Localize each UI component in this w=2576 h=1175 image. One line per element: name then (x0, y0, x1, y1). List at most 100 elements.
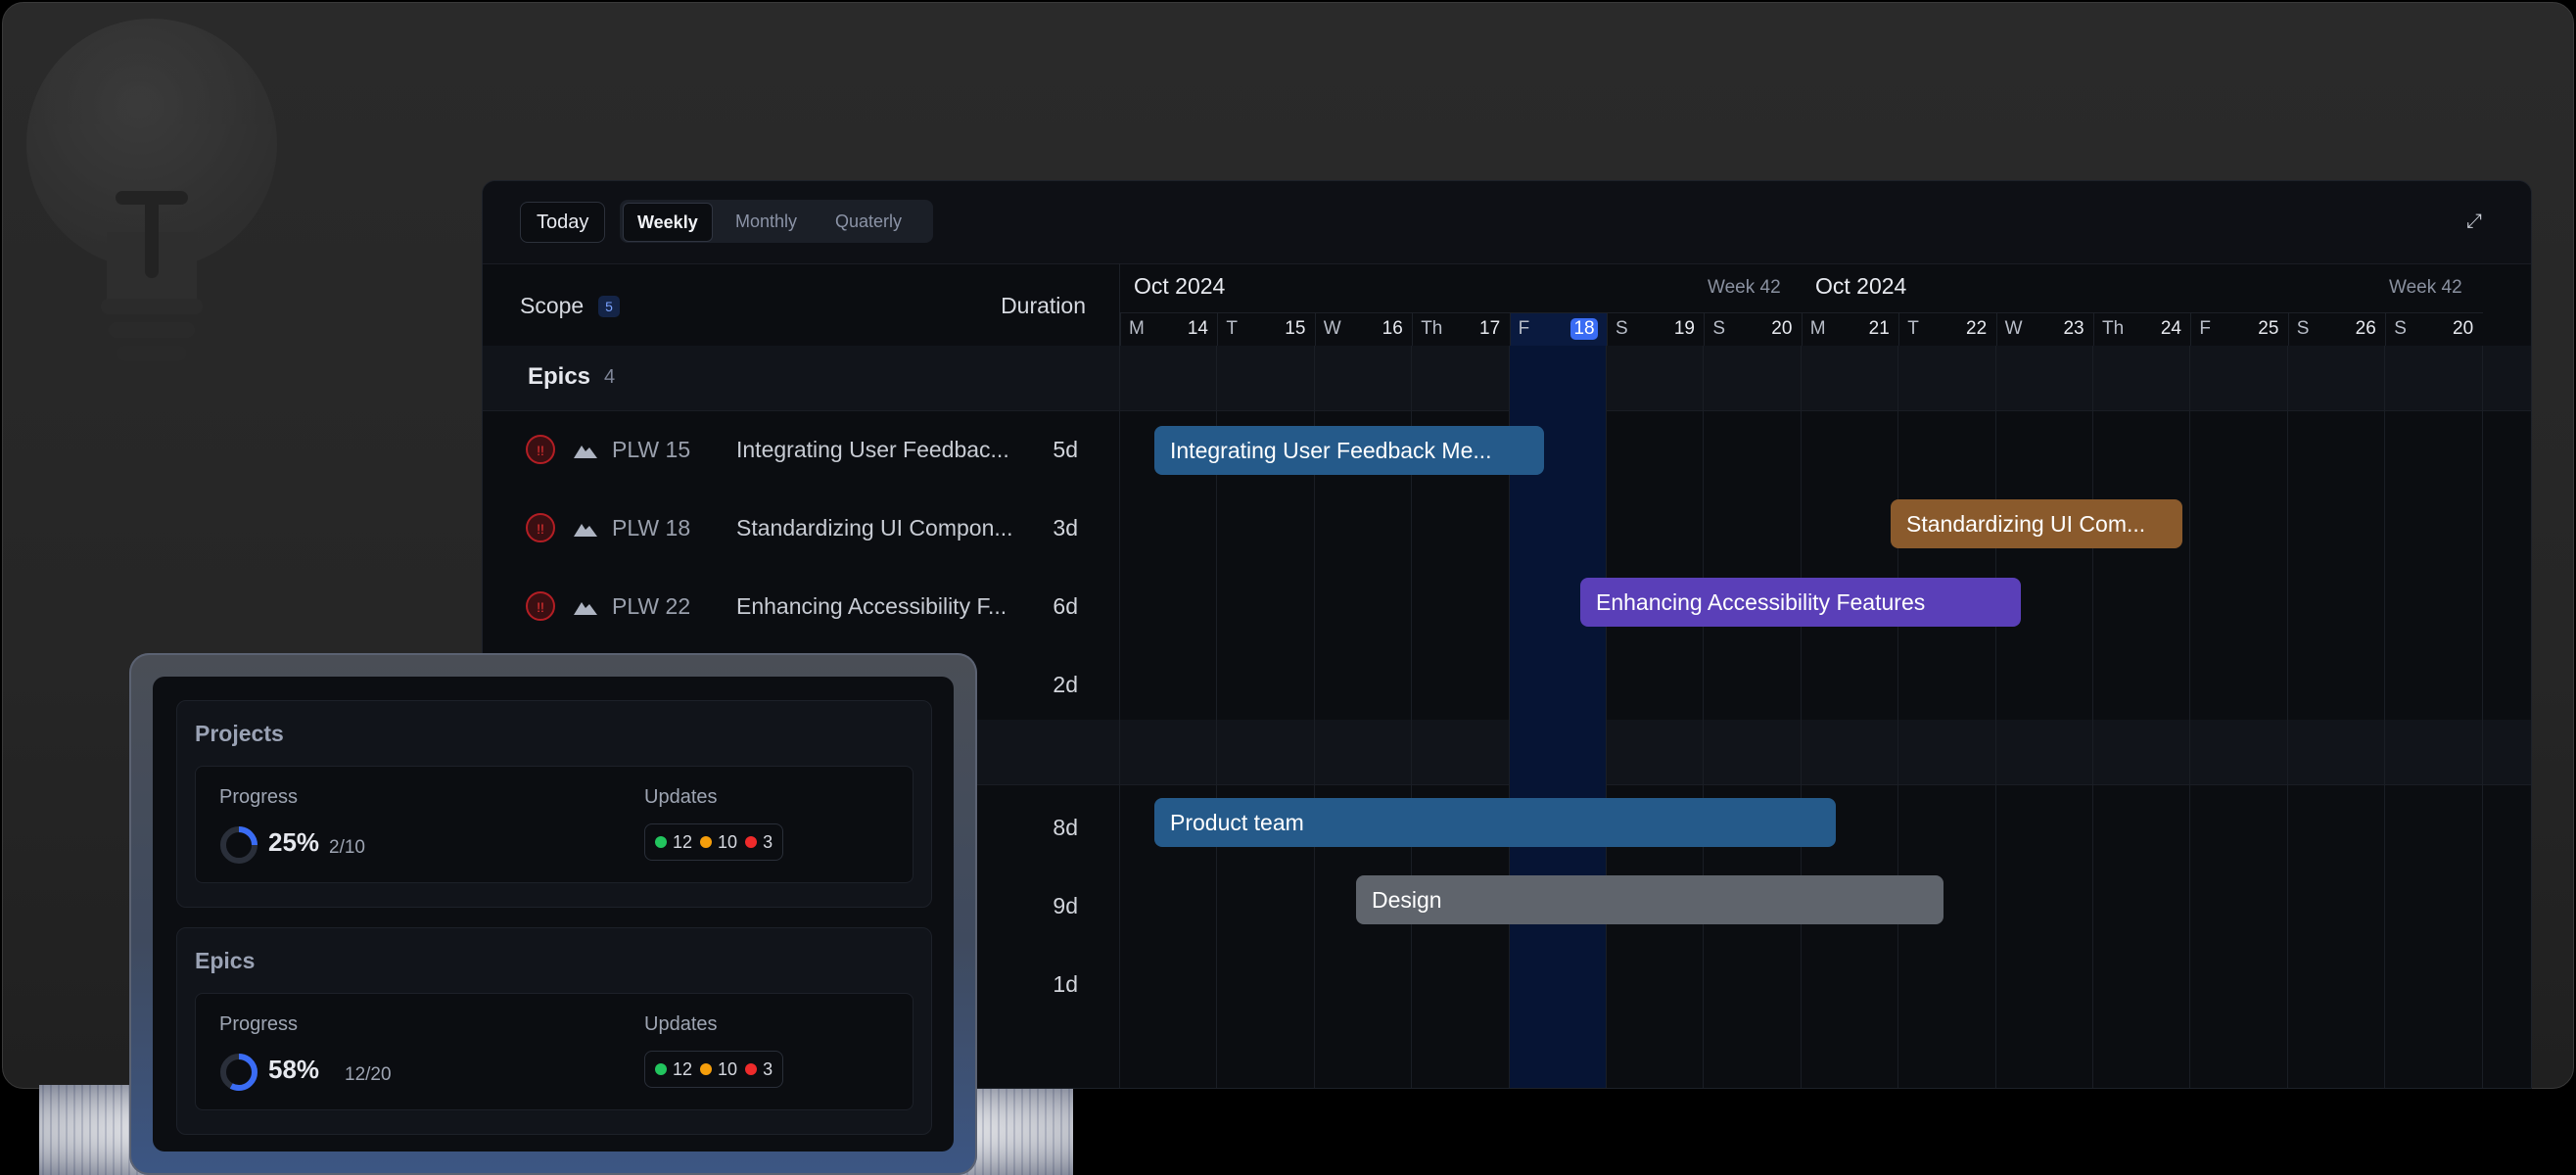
updates-orange: 10 (718, 1058, 738, 1079)
day-number: 25 (2258, 318, 2279, 339)
grid-line (1800, 346, 1802, 1088)
gantt-bar[interactable]: Design (1356, 875, 1944, 924)
day-cell: F 18 (1509, 313, 1608, 347)
day-number: 14 (1187, 318, 1208, 339)
day-number: 17 (1479, 318, 1501, 339)
day-cell: W 23 (1995, 313, 2094, 347)
grid-line (1606, 346, 1607, 1088)
epics-stats: Progress 58% 12/20 Updates 12 10 3 (195, 993, 913, 1110)
list-item[interactable]: !! PLW 15 Integrating User Feedbac... 5d (483, 410, 1119, 489)
grid-line (1119, 346, 1120, 1088)
progress-ring-icon (220, 826, 258, 864)
day-letter: Th (2102, 318, 2125, 339)
mountain-icon (574, 446, 597, 458)
day-letter: F (1518, 318, 1530, 339)
progress-label: Progress (219, 1013, 299, 1035)
alert-icon: !! (526, 591, 555, 621)
day-number: 19 (1673, 318, 1695, 339)
updates-red: 3 (763, 831, 773, 852)
grid-line (1994, 346, 1996, 1088)
projects-stats: Progress 25% 2/10 Updates 12 10 3 (195, 766, 913, 883)
updates-green: 12 (673, 1058, 693, 1079)
scope-header: Scope 5 Duration (483, 263, 1119, 347)
updates-orange: 10 (718, 831, 738, 852)
item-key: PLW 18 (612, 515, 691, 540)
item-duration: 9d (1053, 893, 1078, 918)
calendar-header: Oct 2024 Week 42 Oct 2024 Week 42 M 14 T 15… (1119, 263, 2531, 347)
progress-fraction: 2/10 (329, 837, 365, 858)
progress-percent: 58% (268, 1055, 320, 1084)
day-letter: T (1907, 318, 1919, 339)
tab-quaterly[interactable]: Quaterly (821, 203, 915, 240)
duration-label: Duration (1001, 293, 1086, 318)
updates-badges[interactable]: 12 10 3 (644, 1051, 784, 1088)
day-letter: T (1226, 318, 1238, 339)
day-cell: F 25 (2190, 313, 2288, 347)
alert-icon: !! (526, 435, 555, 464)
day-number: 26 (2355, 318, 2376, 339)
updates-red: 3 (763, 1058, 773, 1079)
grid-line (2384, 346, 2386, 1088)
week-label: Week 42 (2389, 277, 2462, 298)
day-number: 18 (1570, 318, 1598, 340)
day-number: 16 (1382, 318, 1403, 339)
mountain-icon (574, 524, 597, 537)
group-label: Epics (528, 363, 591, 390)
day-cell: S 20 (2385, 313, 2483, 347)
day-letter: W (2004, 318, 2023, 339)
orange-dot-icon (700, 1063, 713, 1075)
day-number: 20 (2453, 318, 2474, 339)
day-cell: T 22 (1898, 313, 1996, 347)
updates-badges[interactable]: 12 10 3 (644, 823, 784, 861)
item-title: Integrating User Feedbac... (736, 437, 1009, 462)
item-duration: 3d (1053, 515, 1078, 540)
day-letter: M (1129, 318, 1145, 339)
list-item[interactable]: !! PLW 22 Enhancing Accessibility F... 6d (483, 567, 1119, 645)
grid-line (2286, 346, 2288, 1088)
day-letter: F (2199, 318, 2211, 339)
progress-fraction: 12/20 (345, 1064, 392, 1085)
item-title: Enhancing Accessibility F... (736, 593, 1007, 619)
grid-line (1703, 346, 1705, 1088)
red-dot-icon (745, 1063, 758, 1075)
day-letter: S (1616, 318, 1628, 339)
day-cell: Th 24 (2093, 313, 2191, 347)
epics-card: Epics Progress 58% 12/20 Updates 12 10 3 (176, 927, 932, 1135)
day-letter: S (2394, 318, 2407, 339)
today-button[interactable]: Today (520, 202, 606, 243)
summary-panel: Projects Progress 25% 2/10 Updates 12 10… (129, 653, 977, 1175)
grid-line (1897, 346, 1899, 1088)
gantt-bar[interactable]: Enhancing Accessibility Features (1580, 578, 2021, 627)
day-cell: M 14 (1120, 313, 1218, 347)
lightbulb-icon (26, 19, 277, 361)
item-title: Standardizing UI Compon... (736, 515, 1013, 540)
tab-weekly[interactable]: Weekly (623, 203, 713, 242)
day-letter: M (1809, 318, 1826, 339)
item-duration: 5d (1053, 437, 1078, 462)
day-letter: Th (1421, 318, 1443, 339)
group-count: 4 (604, 366, 616, 388)
day-letter: S (1712, 318, 1726, 339)
gantt-bar[interactable]: Product team (1154, 798, 1836, 847)
expand-icon[interactable]: ⤢ (2466, 211, 2482, 233)
day-cell: T 15 (1217, 313, 1315, 347)
updates-label: Updates (644, 786, 718, 808)
progress-ring-icon (220, 1054, 258, 1091)
day-number: 20 (1771, 318, 1793, 339)
updates-green: 12 (673, 831, 693, 852)
toolbar: Today Weekly Monthly Quaterly ⤢ (483, 181, 2531, 264)
mountain-icon (574, 602, 597, 615)
grid-line (2189, 346, 2191, 1088)
day-number: 15 (1285, 318, 1306, 339)
month-label: Oct 2024 (1134, 273, 1226, 299)
gantt-bar[interactable]: Integrating User Feedback Me... (1154, 426, 1544, 475)
day-number: 21 (1868, 318, 1890, 339)
grid-line (2481, 346, 2483, 1088)
day-number: 23 (2063, 318, 2084, 339)
list-item[interactable]: !! PLW 18 Standardizing UI Compon... 3d (483, 489, 1119, 567)
day-cell: S 19 (1607, 313, 1705, 347)
gantt-bar[interactable]: Standardizing UI Com... (1891, 499, 2182, 548)
tab-monthly[interactable]: Monthly (722, 203, 811, 240)
progress-percent: 25% (268, 827, 320, 857)
alert-icon: !! (526, 513, 555, 542)
